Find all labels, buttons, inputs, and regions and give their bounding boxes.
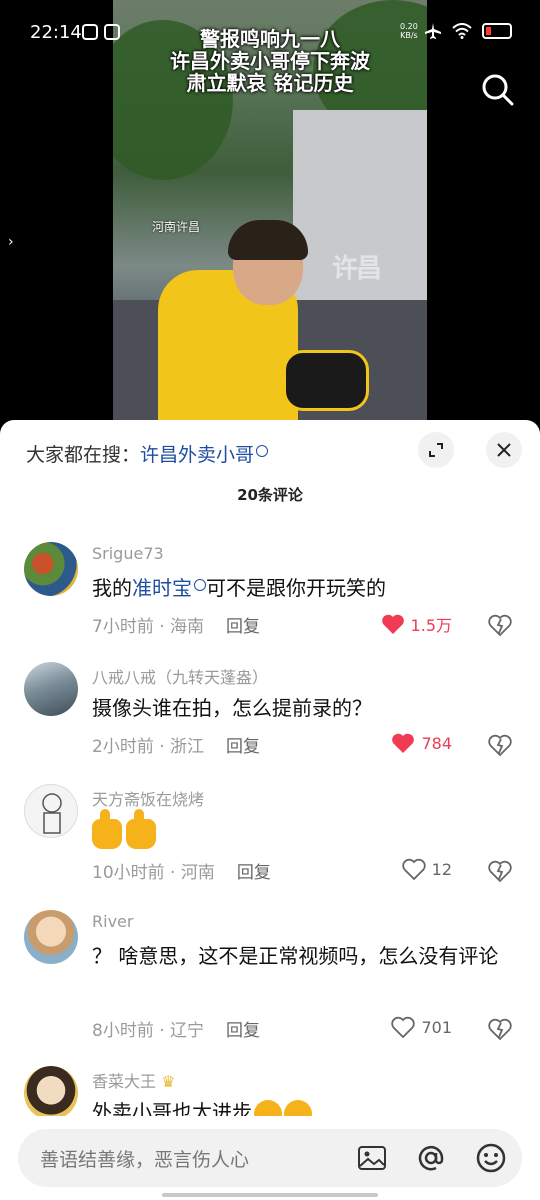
comment-author[interactable]: 天方斋饭在烧烤 [92,786,204,810]
status-time: 22:14 [30,22,82,43]
comment-author[interactable]: 八戒八戒（九转天蓬盎） [92,664,268,688]
crying-emoji-icon [254,1099,282,1116]
heart-outline-icon [391,1016,416,1038]
comment-time-location: 2小时前 · 浙江 [92,737,205,757]
avatar[interactable] [24,784,78,838]
comment-input-bar[interactable]: 善语结善缘，恶言伤人心 [18,1129,522,1187]
avatar[interactable] [24,662,78,716]
comment-text: 摄像头谁在拍，怎么提前录的？ [92,696,372,720]
comment-text: 外卖小哥也太进步 [92,1094,512,1116]
comment-text-part: 可不是跟你开玩笑的 [206,576,386,600]
search-icon [256,445,269,457]
reply-button[interactable]: 回复 [226,617,260,637]
home-indicator [162,1193,378,1197]
network-speed: 0.20 KB/s [400,22,418,40]
heart-filled-icon [381,614,404,634]
comment-meta: 8小时前 · 辽宁 回复 [92,1016,260,1041]
helmet [283,350,369,411]
comment-count-title: 20条评论 [237,486,303,504]
tiktok-icon [104,24,120,40]
sketch-avatar-icon [42,793,62,834]
comment-time-location: 10小时前 · 河南 [92,863,215,883]
like-count: 784 [421,733,452,753]
expand-icon [429,443,443,457]
dislike-icon[interactable] [488,613,512,637]
close-button[interactable] [486,432,522,468]
image-icon[interactable] [356,1142,388,1174]
comment-text: 我的准时宝 可不是跟你开玩笑的 [92,570,512,606]
comment-author[interactable]: 香菜大王 ♛ [92,1068,175,1092]
comment-author[interactable]: River [92,912,133,931]
like-count: 701 [421,1017,452,1037]
dislike-icon[interactable] [488,1017,512,1041]
comment-time-location: 8小时前 · 辽宁 [92,1021,205,1041]
net-speed-value: 0.20 [400,22,418,31]
mention-icon[interactable] [415,1142,447,1174]
comment-time-location: 7小时前 · 海南 [92,617,205,637]
like-count: 1.5万 [410,616,452,635]
channel-watermark: 许昌 [332,254,382,284]
trending-search[interactable]: 大家都在搜：许昌外卖小哥 [26,440,269,467]
comment-text-part: 我的 [92,576,132,600]
crying-emoji-icon [284,1099,312,1116]
reply-button[interactable]: 回复 [226,1021,260,1041]
airplane-icon [425,23,441,39]
comment-sheet: 大家都在搜：许昌外卖小哥 20条评论 Srigue73 我的准时宝 可不是跟你开玩… [0,420,540,1200]
avatar[interactable] [24,542,78,596]
trending-search-keyword[interactable]: 许昌外卖小哥 [140,444,254,466]
like-button[interactable]: 784 [391,732,452,754]
comment-text [92,808,512,850]
caption-line: 肃立默哀 铭记历史 [186,71,354,95]
emoji-icon[interactable] [475,1142,507,1174]
expand-button[interactable] [418,432,454,468]
heart-filled-icon [392,733,415,753]
avatar[interactable] [24,1066,78,1116]
dislike-icon[interactable] [488,733,512,757]
comment-keyword-link[interactable]: 准时宝 [132,576,192,600]
net-speed-unit: KB/s [400,31,418,40]
comment-meta: 2小时前 · 浙江 回复 [92,732,260,757]
location-tag: 河南许昌 [152,220,201,234]
thumbs-up-emoji-icon [92,808,122,849]
comment-input-placeholder[interactable]: 善语结善缘，恶言伤人心 [40,1145,249,1172]
comment-author-name: 香菜大王 [92,1072,157,1091]
comment-text-part: 外卖小哥也太进步 [92,1100,252,1116]
thumbs-up-emoji-icon [126,808,156,849]
search-icon [194,579,206,591]
dislike-icon[interactable] [488,859,512,883]
like-button[interactable]: 1.5万 [381,612,452,636]
video-player[interactable]: 警报鸣响九一八 许昌外卖小哥停下奔波 肃立默哀 铭记历史 河南许昌 许昌 › [0,0,540,430]
like-button[interactable]: 701 [391,1016,452,1038]
battery-icon [482,23,512,39]
comment-text: ？ 啥意思，这不是正常视频吗，怎么没有评论 [92,944,499,968]
trending-search-prefix: 大家都在搜： [26,444,141,466]
search-icon[interactable] [478,70,518,110]
like-count: 12 [431,859,452,879]
comment-author[interactable]: Srigue73 [92,544,164,563]
app-notification-icon [82,24,98,40]
heart-outline-icon [401,858,426,880]
status-bar: 22:14 0.20 KB/s [0,0,540,60]
wifi-icon [452,23,472,39]
comment-meta: 10小时前 · 河南 回复 [92,858,271,883]
reply-button[interactable]: 回复 [237,863,271,883]
like-button[interactable]: 12 [401,858,452,880]
avatar[interactable] [24,910,78,964]
reply-button[interactable]: 回复 [226,737,260,757]
crown-badge-icon: ♛ [161,1072,176,1091]
chevron-right-icon[interactable]: › [8,234,14,250]
close-icon [497,443,511,457]
comment-item: 香菜大王 ♛ 外卖小哥也太进步 [0,1066,540,1116]
comment-meta: 7小时前 · 海南 回复 [92,612,260,637]
